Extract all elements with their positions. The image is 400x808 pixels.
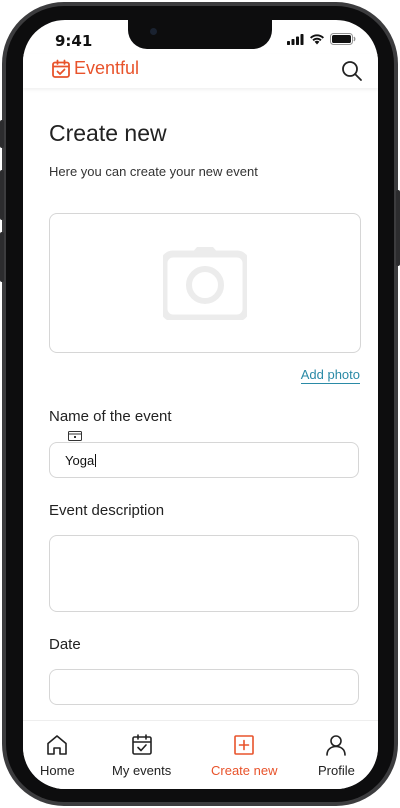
status-time: 9:41 bbox=[55, 32, 93, 50]
text-caret bbox=[95, 454, 97, 467]
tab-create-new-label: Create new bbox=[211, 763, 278, 778]
plus-square-icon bbox=[234, 735, 255, 755]
event-name-input[interactable]: Yoga bbox=[49, 442, 359, 478]
camera-icon bbox=[163, 247, 247, 320]
signal-icon bbox=[287, 33, 304, 45]
description-label: Event description bbox=[49, 502, 165, 519]
power-button bbox=[396, 190, 400, 266]
calendar-check-icon bbox=[131, 734, 152, 755]
volume-down-button bbox=[0, 232, 4, 282]
tab-my-events-label: My events bbox=[112, 763, 172, 778]
date-input[interactable] bbox=[49, 669, 359, 705]
photo-upload-area[interactable] bbox=[49, 213, 361, 353]
name-label: Name of the event bbox=[49, 408, 172, 425]
app-header: Eventful bbox=[23, 54, 378, 88]
event-description-input[interactable] bbox=[49, 535, 359, 612]
tab-my-events[interactable]: My events bbox=[112, 733, 171, 778]
screen: 9:41 Eventful Create new Here you can cr… bbox=[23, 20, 378, 789]
tab-profile-label: Profile bbox=[318, 763, 355, 778]
phone-frame: 9:41 Eventful Create new Here you can cr… bbox=[0, 0, 400, 808]
user-icon bbox=[326, 735, 347, 756]
add-photo-link[interactable]: Add photo bbox=[300, 367, 360, 384]
home-icon bbox=[47, 735, 68, 755]
mute-switch bbox=[0, 120, 4, 148]
app-name: Eventful bbox=[74, 58, 140, 78]
front-camera bbox=[150, 28, 157, 35]
bottom-tab-bar: Home My events Create new Profile bbox=[23, 720, 378, 789]
app-logo[interactable]: Eventful bbox=[51, 58, 139, 79]
date-label: Date bbox=[49, 636, 81, 653]
tab-profile[interactable]: Profile bbox=[318, 733, 355, 778]
search-button[interactable] bbox=[340, 59, 364, 83]
tab-home[interactable]: Home bbox=[40, 733, 75, 778]
search-icon bbox=[342, 61, 362, 81]
volume-up-button bbox=[0, 170, 4, 220]
page-title: Create new bbox=[49, 120, 167, 146]
wifi-icon bbox=[310, 34, 324, 45]
calendar-small-icon bbox=[68, 431, 82, 441]
page-subtitle: Here you can create your new event bbox=[49, 164, 258, 179]
battery-icon bbox=[330, 33, 356, 45]
event-name-value: Yoga bbox=[65, 453, 97, 468]
tab-home-label: Home bbox=[40, 763, 75, 778]
calendar-logo-icon bbox=[52, 59, 70, 78]
tab-create-new[interactable]: Create new bbox=[211, 733, 277, 778]
notch bbox=[128, 20, 272, 49]
status-icons bbox=[287, 33, 356, 45]
